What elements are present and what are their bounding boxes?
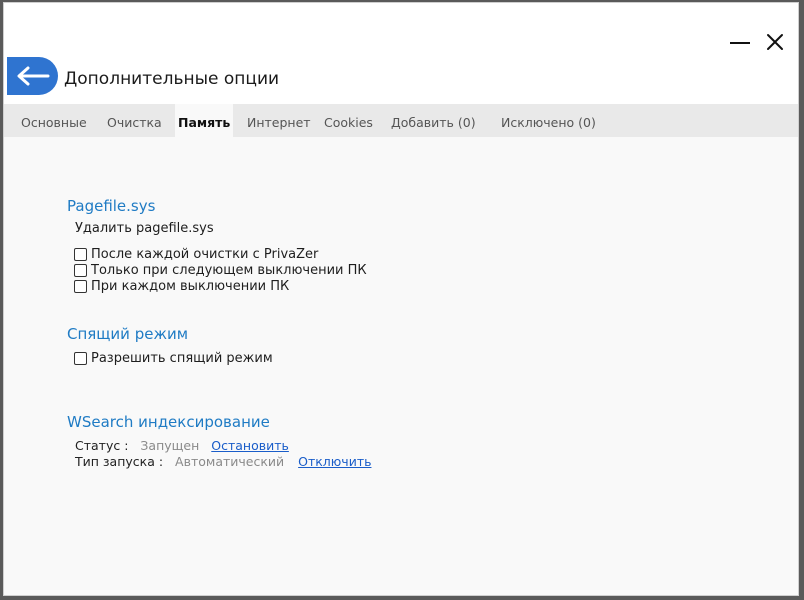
pagefile-section-title: Pagefile.sys <box>67 197 156 215</box>
checkbox[interactable] <box>74 263 87 277</box>
option-label: После каждой очистки с PrivaZer <box>91 246 319 262</box>
minimize-button[interactable] <box>729 33 751 53</box>
options-window: Дополнительные опции Основные Очистка Па… <box>3 2 799 596</box>
disable-link[interactable]: Отключить <box>298 454 371 469</box>
tab-basic[interactable]: Основные <box>21 104 87 137</box>
option-label: Разрешить спящий режим <box>91 350 273 366</box>
window-title: Дополнительные опции <box>64 69 280 89</box>
close-button[interactable] <box>764 31 786 53</box>
close-icon <box>767 34 783 50</box>
option-allow-sleep[interactable]: Разрешить спящий режим <box>74 350 273 366</box>
option-after-each-cleanup[interactable]: После каждой очистки с PrivaZer <box>74 246 318 262</box>
option-every-shutdown[interactable]: При каждом выключении ПК <box>74 278 289 294</box>
stop-link[interactable]: Остановить <box>211 438 289 453</box>
status-label: Статус : <box>75 438 129 453</box>
pagefile-subtitle: Удалить pagefile.sys <box>75 221 214 236</box>
startup-label: Тип запуска : <box>75 454 164 469</box>
tab-bar: Основные Очистка Память Интернет Cookies… <box>4 104 798 137</box>
tab-cookies[interactable]: Cookies <box>324 104 373 137</box>
wsearch-section-title: WSearch индексирование <box>67 413 270 431</box>
wsearch-status-row: Статус : Запущен Остановить <box>75 438 289 453</box>
tab-cleanup[interactable]: Очистка <box>107 104 162 137</box>
wsearch-startup-row: Тип запуска : Автоматический Отключить <box>75 454 371 469</box>
option-label: Только при следующем выключении ПК <box>91 262 367 278</box>
checkbox[interactable] <box>74 247 87 261</box>
tab-excluded[interactable]: Исключено (0) <box>501 104 596 137</box>
checkbox[interactable] <box>74 279 87 293</box>
title-bar: Дополнительные опции <box>4 3 798 104</box>
option-next-shutdown[interactable]: Только при следующем выключении ПК <box>74 262 367 278</box>
tab-internet[interactable]: Интернет <box>247 104 311 137</box>
back-button[interactable] <box>7 57 58 95</box>
arrow-left-icon <box>17 66 50 86</box>
startup-value: Автоматический <box>175 454 285 469</box>
option-label: При каждом выключении ПК <box>91 278 290 294</box>
checkbox[interactable] <box>74 351 87 365</box>
sleep-section-title: Спящий режим <box>67 325 189 343</box>
tab-added[interactable]: Добавить (0) <box>391 104 476 137</box>
tab-memory[interactable]: Память <box>175 104 234 137</box>
status-value: Запущен <box>140 438 200 453</box>
